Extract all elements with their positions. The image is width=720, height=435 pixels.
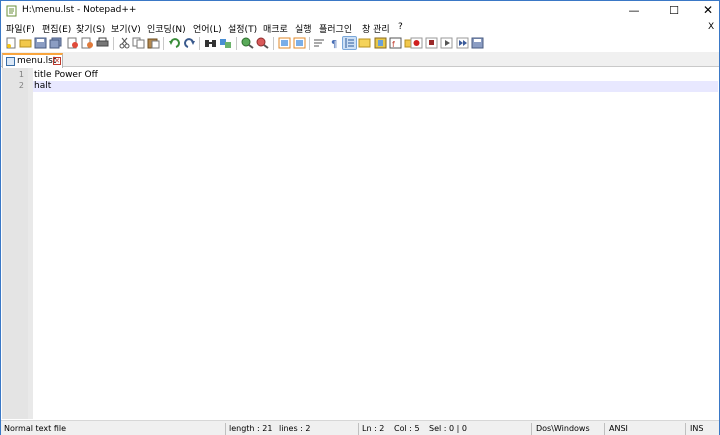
toolbar-separator: [236, 37, 237, 50]
status-separator: [531, 423, 532, 435]
open-file-icon[interactable]: [19, 37, 32, 49]
word-wrap-icon[interactable]: [313, 37, 326, 49]
save-all-icon[interactable]: [49, 37, 62, 49]
stop-record-icon[interactable]: [425, 37, 438, 49]
record-macro-icon[interactable]: [410, 37, 423, 49]
menu-bar: 파일(F) 편집(E) 찾기(S) 보기(V) 인코딩(N) 언어(L) 설정(…: [1, 20, 719, 35]
tab-close-icon[interactable]: ✕: [53, 57, 61, 65]
line-number: 2: [18, 81, 24, 90]
tab-menu-lst[interactable]: menu.lst ✕: [2, 53, 63, 68]
status-length: length : 21: [229, 424, 273, 433]
play-macro-icon[interactable]: [440, 37, 453, 49]
sync-horizontal-icon[interactable]: [293, 37, 306, 49]
menu-settings[interactable]: 설정(T): [228, 22, 257, 35]
status-insert-mode: INS: [690, 424, 704, 433]
status-lines: lines : 2: [279, 424, 311, 433]
status-separator: [685, 423, 686, 435]
menu-edit[interactable]: 편집(E): [42, 22, 71, 35]
status-encoding: ANSI: [609, 424, 628, 433]
show-all-chars-icon[interactable]: ¶: [328, 37, 341, 49]
fold-margin[interactable]: [28, 68, 33, 419]
close-all-icon[interactable]: [81, 37, 94, 49]
find-icon[interactable]: [204, 37, 217, 49]
undo-icon[interactable]: [168, 37, 181, 49]
status-file-type: Normal text file: [4, 424, 67, 433]
close-icon[interactable]: [66, 37, 79, 49]
editor-area[interactable]: 1 2 title Power Off halt: [2, 68, 718, 419]
copy-icon[interactable]: [132, 37, 145, 49]
toolbar-separator: [309, 37, 310, 50]
menu-macro[interactable]: 매크로: [263, 22, 288, 35]
status-line-number: Ln : 2: [362, 424, 385, 433]
status-separator: [225, 423, 226, 435]
status-separator: [358, 423, 359, 435]
maximize-button[interactable]: ☐: [657, 1, 691, 20]
indent-guide-icon[interactable]: [342, 36, 357, 50]
menu-help[interactable]: ?: [398, 22, 403, 32]
svg-text:¶: ¶: [331, 39, 337, 49]
toolbar-separator: [273, 37, 274, 50]
sync-vertical-icon[interactable]: [278, 37, 291, 49]
replace-icon[interactable]: [219, 37, 232, 49]
menu-plugins[interactable]: 플러그인: [319, 22, 352, 35]
save-icon[interactable]: [34, 37, 47, 49]
status-eol-format: Dos\Windows: [536, 424, 590, 433]
run-macro-multiple-icon[interactable]: [456, 37, 469, 49]
menu-language[interactable]: 언어(L): [193, 22, 222, 35]
print-icon[interactable]: [96, 37, 109, 49]
minimize-button[interactable]: —: [617, 1, 651, 20]
menu-encoding[interactable]: 인코딩(N): [147, 22, 186, 35]
function-list-icon[interactable]: f: [389, 37, 402, 49]
code-line-current[interactable]: halt: [33, 81, 718, 92]
notepad-app-icon: [6, 5, 17, 17]
code-line[interactable]: title Power Off: [33, 70, 718, 81]
tab-bar: menu.lst ✕: [1, 52, 719, 68]
window-title: H:\menu.lst - Notepad++: [22, 5, 137, 15]
toolbar-separator: [113, 37, 114, 50]
toolbar-separator: [163, 37, 164, 50]
save-macro-icon[interactable]: [471, 37, 484, 49]
paste-icon[interactable]: [147, 37, 160, 49]
menu-run[interactable]: 실행: [295, 22, 312, 35]
cut-icon[interactable]: [118, 37, 131, 49]
user-language-icon[interactable]: [358, 37, 371, 49]
status-selection: Sel : 0 | 0: [429, 424, 467, 433]
zoom-out-icon[interactable]: [256, 37, 269, 49]
document-icon: [6, 57, 15, 66]
new-file-icon[interactable]: [5, 37, 18, 49]
status-separator: [604, 423, 605, 435]
notepad-plus-plus-window: H:\menu.lst - Notepad++ — ☐ ✕ 파일(F) 편집(E…: [0, 0, 720, 435]
menu-file[interactable]: 파일(F): [6, 22, 35, 35]
title-bar[interactable]: H:\menu.lst - Notepad++ — ☐ ✕: [1, 1, 719, 20]
toolbar-separator: [199, 37, 200, 50]
close-window-button[interactable]: ✕: [691, 1, 720, 20]
status-bar: Normal text file length : 21 lines : 2 L…: [1, 420, 719, 435]
doc-map-icon[interactable]: [374, 37, 387, 49]
svg-text:f: f: [392, 40, 395, 49]
menu-view[interactable]: 보기(V): [111, 22, 141, 35]
redo-icon[interactable]: [183, 37, 196, 49]
zoom-in-icon[interactable]: [241, 37, 254, 49]
menu-search[interactable]: 찾기(S): [76, 22, 105, 35]
tab-label: menu.lst: [17, 56, 57, 66]
status-column: Col : 5: [394, 424, 420, 433]
close-document-button[interactable]: X: [708, 22, 714, 32]
line-number: 1: [18, 70, 24, 79]
menu-window[interactable]: 창 관리: [362, 22, 390, 35]
toolbar: ¶ f: [1, 35, 719, 52]
